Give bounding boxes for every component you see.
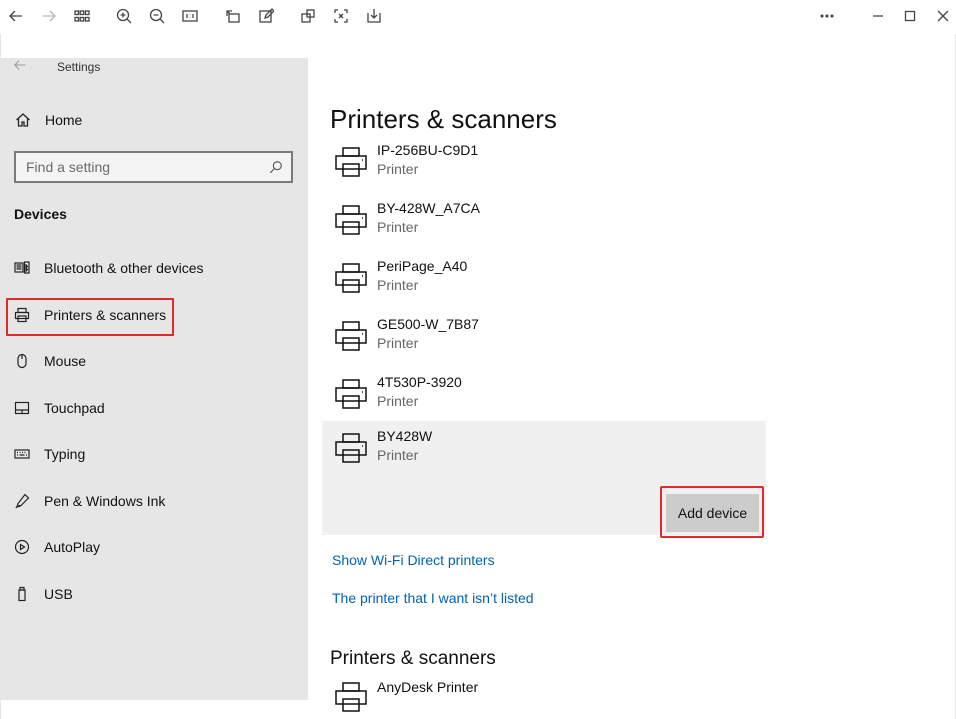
device-type: Printer [377,447,419,463]
device-item[interactable]: IP-256BU-C9D1 Printer [322,137,766,195]
back-arrow-icon[interactable] [13,58,27,77]
device-type: Printer [377,277,419,293]
crop-icon[interactable] [297,5,319,27]
device-item[interactable]: AnyDesk Printer [322,674,766,714]
keyboard-icon [14,446,30,462]
printer-icon [334,319,368,353]
main-content: Printers & scanners IP-256BU-C9D1 Printe… [322,34,956,719]
sidebar-item-label: USB [44,586,73,602]
settings-titlebar: Settings [13,58,100,76]
page-title: Printers & scanners [330,104,557,134]
touchpad-icon [14,400,30,416]
sidebar-item-printers[interactable]: Printers & scanners [1,298,308,336]
settings-window: Settings Home Devices Bluetooth & other … [0,34,956,719]
usb-icon [14,586,30,602]
actual-size-icon[interactable] [179,5,201,27]
printer-icon [334,145,368,179]
forward-icon[interactable] [38,5,60,27]
sidebar-item-label: AutoPlay [44,539,101,555]
search-icon[interactable] [261,160,291,174]
save-icon[interactable] [363,5,385,27]
window-title: Settings [57,60,101,74]
grid-view-icon[interactable] [71,5,93,27]
sidebar-item-label: Touchpad [44,400,105,416]
home-link[interactable]: Home [15,112,82,128]
sidebar-item-mouse[interactable]: Mouse [1,344,308,378]
printer-icon [334,377,368,411]
sidebar-item-autoplay[interactable]: AutoPlay [1,530,308,564]
sidebar-item-label: Printers & scanners [44,307,167,323]
rotate-icon[interactable] [222,5,244,27]
more-icon[interactable] [816,5,838,27]
printer-icon [14,307,30,323]
sidebar-item-label: Typing [44,446,86,462]
sidebar-item-touchpad[interactable]: Touchpad [1,391,308,425]
sidebar-item-label: Pen & Windows Ink [44,493,166,509]
device-name: PeriPage_A40 [377,258,468,274]
sidebar-item-label: Bluetooth & other devices [44,260,204,276]
fit-icon[interactable] [330,5,352,27]
zoom-out-icon[interactable] [146,5,168,27]
close-icon[interactable] [932,5,954,27]
bluetooth-devices-icon [14,260,30,276]
zoom-in-icon[interactable] [113,5,135,27]
printer-icon [334,431,368,465]
back-icon[interactable] [5,5,27,27]
edit-icon[interactable] [255,5,277,27]
sidebar-item-usb[interactable]: USB [1,577,308,611]
search-input[interactable] [26,159,261,175]
device-item[interactable]: PeriPage_A40 Printer [322,253,766,311]
sidebar: Settings Home Devices Bluetooth & other … [1,58,308,700]
wifi-direct-link[interactable]: Show Wi-Fi Direct printers [332,552,495,568]
device-name: 4T530P-3920 [377,374,462,390]
sidebar-item-typing[interactable]: Typing [1,437,308,471]
device-type: Printer [377,161,419,177]
search-box[interactable] [14,151,293,183]
printer-not-listed-link[interactable]: The printer that I want isn’t listed [332,590,534,606]
maximize-icon[interactable] [899,5,921,27]
sidebar-item-label: Mouse [44,353,87,369]
device-type: Printer [377,219,419,235]
device-name: BY-428W_A7CA [377,200,480,216]
add-device-button[interactable]: Add device [666,494,759,532]
printer-icon [334,680,368,714]
device-name: AnyDesk Printer [377,679,479,695]
home-icon [16,113,30,127]
section-subtitle: Printers & scanners [330,648,496,669]
pen-icon [14,493,30,509]
device-item[interactable]: GE500-W_7B87 Printer [322,311,766,369]
device-type: Printer [377,335,419,351]
device-item[interactable]: 4T530P-3920 Printer [322,369,766,427]
device-name: GE500-W_7B87 [377,316,479,332]
home-label: Home [45,112,83,128]
device-name: IP-256BU-C9D1 [377,142,479,158]
device-name: BY428W [377,428,433,444]
section-heading: Devices [14,206,67,222]
sidebar-item-bluetooth[interactable]: Bluetooth & other devices [1,251,308,285]
device-item[interactable]: BY-428W_A7CA Printer [322,195,766,253]
mouse-icon [14,353,30,369]
printer-icon [334,261,368,295]
autoplay-icon [14,539,30,555]
add-device-highlight: Add device [660,486,764,538]
sidebar-item-pen[interactable]: Pen & Windows Ink [1,484,308,518]
device-type: Printer [377,393,419,409]
viewer-toolbar [0,0,956,34]
printer-icon [334,203,368,237]
minimize-icon[interactable] [867,5,889,27]
